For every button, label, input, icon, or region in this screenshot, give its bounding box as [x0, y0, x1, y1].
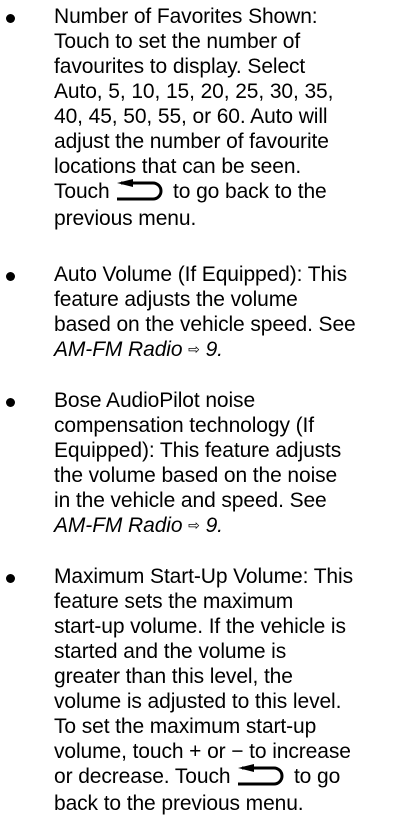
item-text: Number of Favorites Shown: Touch to set …: [54, 4, 400, 231]
text-line: Touch to set the number of: [54, 30, 301, 53]
text-line: started and the volume is: [54, 640, 287, 663]
ref-end: .: [217, 514, 223, 537]
text-line-with-icon: Touch to go back to the: [54, 179, 400, 206]
text-line: Equipped): This feature adjusts: [54, 439, 342, 462]
touch-text: Touch: [54, 180, 110, 203]
text-line: Maximum Start-Up Volume: This: [54, 565, 353, 588]
text-line: greater than this level, the: [54, 665, 293, 688]
cross-reference: AM-FM Radio ⇨ 9.: [54, 513, 400, 538]
ref-end: .: [217, 338, 223, 361]
text-line: Auto, 5, 10, 15, 20, 25, 30, 35,: [54, 80, 334, 103]
text-line: feature adjusts the volume: [54, 288, 298, 311]
item-text: Bose AudioPilot noise compensation techn…: [54, 388, 400, 538]
text-line: Number of Favorites Shown:: [54, 5, 318, 28]
bullet-icon: [6, 14, 15, 23]
text-line: volume is adjusted to this level.: [54, 690, 342, 713]
text-line: adjust the number of favourite: [54, 130, 329, 153]
item-text: Auto Volume (If Equipped): This feature …: [54, 262, 400, 362]
touch-text: to go: [293, 765, 341, 788]
text-line: 40, 45, 50, 55, or 60. Auto will: [54, 105, 328, 128]
ref-title: AM-FM Radio: [54, 514, 183, 537]
text-line: volume, touch + or − to increase: [54, 740, 351, 763]
text-line: To set the maximum start-up: [54, 715, 317, 738]
page-arrow-icon: ⇨: [188, 341, 200, 357]
text-line: start-up volume. If the vehicle is: [54, 615, 346, 638]
text-line: in the vehicle and speed. See: [54, 489, 327, 512]
touch-text: or decrease. Touch: [54, 765, 231, 788]
bullet-icon: [6, 574, 15, 583]
text-line: based on the vehicle speed. See: [54, 313, 356, 336]
text-line: Auto Volume (If Equipped): This: [54, 263, 348, 286]
ref-title: AM-FM Radio: [54, 338, 183, 361]
text-line: Bose AudioPilot noise: [54, 389, 256, 412]
text-line-with-icon: or decrease. Touch to go: [54, 764, 400, 791]
back-arrow-icon: [117, 179, 163, 201]
text-line: locations that can be seen.: [54, 155, 302, 178]
page-arrow-icon: ⇨: [188, 517, 200, 533]
ref-page: 9: [205, 514, 218, 537]
text-line: compensation technology (If: [54, 414, 314, 437]
back-arrow-icon: [238, 764, 284, 786]
item-text: Maximum Start-Up Volume: This feature se…: [54, 564, 400, 816]
ref-page: 9: [205, 338, 218, 361]
manual-page: Number of Favorites Shown: Touch to set …: [0, 0, 402, 820]
bullet-icon: [6, 272, 15, 281]
text-line: the volume based on the noise: [54, 464, 338, 487]
text-line: previous menu.: [54, 207, 197, 230]
touch-text: to go back to the: [173, 180, 327, 203]
text-line: feature sets the maximum: [54, 590, 294, 613]
text-line: back to the previous menu.: [54, 792, 304, 815]
bullet-icon: [6, 398, 15, 407]
cross-reference: AM-FM Radio ⇨ 9.: [54, 337, 400, 362]
text-line: favourites to display. Select: [54, 55, 306, 78]
